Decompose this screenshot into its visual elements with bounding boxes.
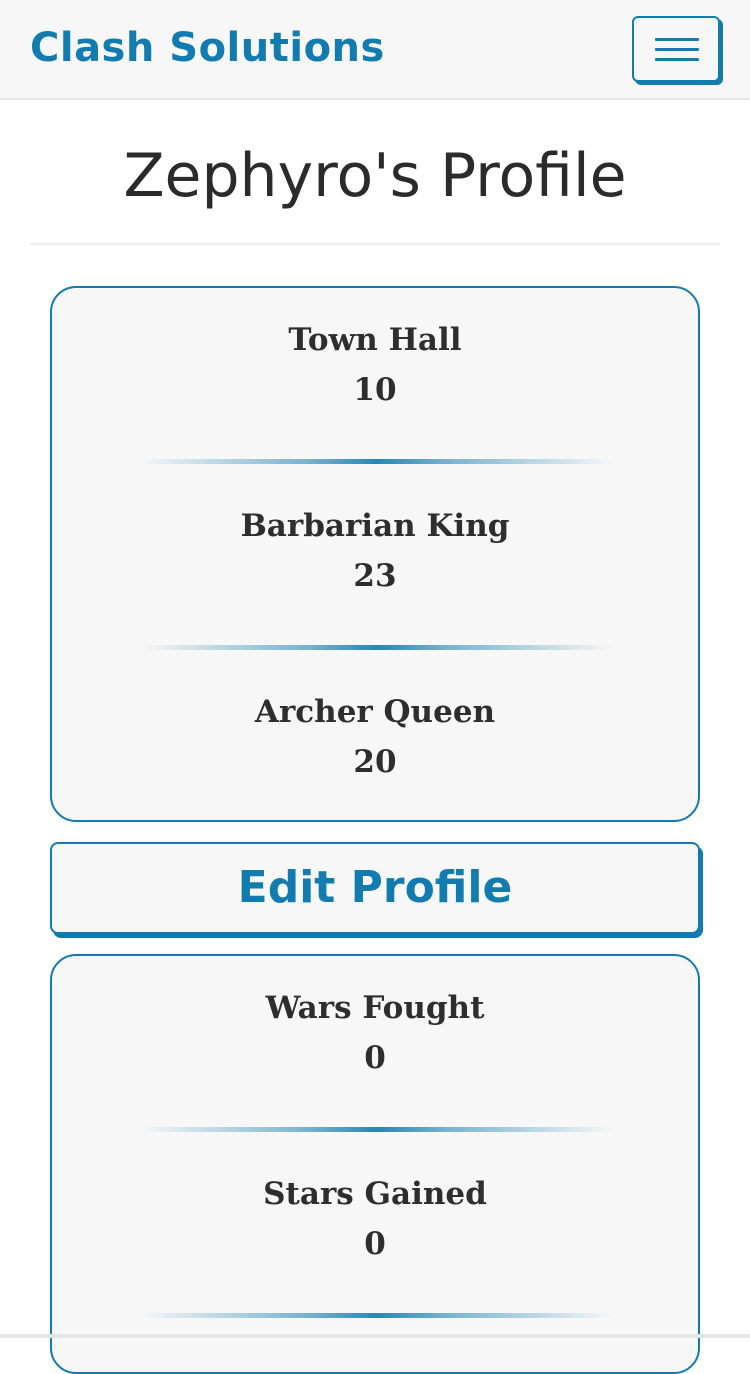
brand-logo-link[interactable]: Clash Solutions <box>30 22 385 74</box>
stat-divider <box>140 645 614 650</box>
stat-divider <box>140 459 614 464</box>
title-divider <box>30 243 720 245</box>
war-stats-card: Wars Fought 0 Stars Gained 0 <box>50 954 700 1374</box>
stat-divider <box>140 1313 614 1318</box>
profile-stats-card: Town Hall 10 Barbarian King 23 Archer Qu… <box>50 286 700 822</box>
stat-value: 0 <box>364 1040 386 1076</box>
stat-value: 0 <box>364 1226 386 1262</box>
stat-town-hall: Town Hall 10 <box>52 320 698 410</box>
top-navbar: Clash Solutions <box>0 0 750 100</box>
page-bottom-edge <box>0 1334 750 1338</box>
stat-divider <box>140 1127 614 1132</box>
page-title: Zephyro's Profile <box>123 141 627 211</box>
stat-label: Barbarian King <box>240 508 510 544</box>
stat-label: Stars Gained <box>263 1176 487 1212</box>
stat-stars-gained: Stars Gained 0 <box>52 1174 698 1264</box>
menu-toggle-button[interactable] <box>632 16 720 82</box>
stat-wars-fought: Wars Fought 0 <box>52 988 698 1078</box>
stat-label: Wars Fought <box>265 990 485 1026</box>
stat-label: Town Hall <box>288 322 462 358</box>
stat-value: 10 <box>353 372 397 408</box>
stat-value: 23 <box>353 558 397 594</box>
stat-barbarian-king: Barbarian King 23 <box>52 506 698 596</box>
stat-label: Archer Queen <box>254 694 496 730</box>
edit-profile-button[interactable]: Edit Profile <box>50 842 700 934</box>
stat-archer-queen: Archer Queen 20 <box>52 692 698 782</box>
stat-value: 20 <box>353 744 397 780</box>
